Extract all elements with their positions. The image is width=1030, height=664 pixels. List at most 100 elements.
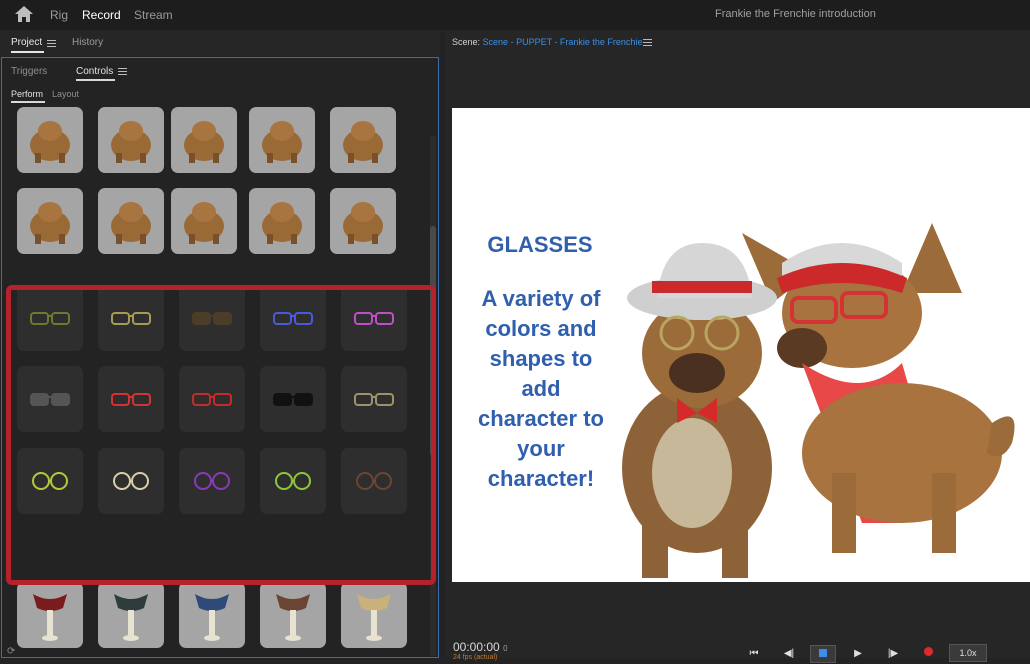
canvas-heading: GLASSES — [487, 232, 593, 257]
puppet-dogs-illustration — [622, 223, 1015, 578]
dog-pose-icon — [262, 202, 302, 244]
dog-pose-tile[interactable] — [330, 188, 396, 254]
nav-rig[interactable]: Rig — [50, 8, 68, 22]
refresh-icon[interactable]: ⟳ — [7, 646, 15, 657]
dog-pose-icon — [184, 202, 224, 244]
dog-pose-icon — [30, 121, 70, 163]
dog-pose-icon — [343, 202, 383, 244]
go-to-start-button[interactable]: ⏮ — [741, 645, 767, 663]
glasses-tile[interactable] — [98, 366, 164, 432]
dog-pose-icon — [30, 202, 70, 244]
glasses-icon — [194, 472, 230, 490]
scarf-tile[interactable] — [17, 582, 83, 648]
record-icon — [923, 647, 933, 656]
glasses-tile[interactable] — [260, 285, 326, 351]
record-button[interactable] — [915, 645, 941, 663]
controls-menu-icon[interactable] — [118, 68, 127, 75]
dog-pose-icon — [184, 121, 224, 163]
timecode-value: 00:00:00 — [453, 640, 500, 654]
canvas-line: colors and — [485, 316, 597, 341]
glasses-icon — [30, 393, 70, 406]
glasses-icon — [354, 312, 394, 325]
scene-menu-icon[interactable] — [643, 39, 652, 46]
timecode-frames: 0 — [503, 644, 508, 653]
canvas-line: add — [521, 376, 561, 401]
glasses-tile[interactable] — [260, 366, 326, 432]
glasses-tile[interactable] — [17, 285, 83, 351]
controls-scrollbar[interactable] — [430, 136, 436, 656]
glasses-icon — [113, 472, 149, 490]
glasses-icon — [354, 393, 394, 406]
step-forward-button[interactable]: |▶ — [880, 645, 906, 663]
tab-triggers[interactable]: Triggers — [11, 66, 47, 77]
dog-pose-tile[interactable] — [17, 188, 83, 254]
project-menu-icon[interactable] — [47, 40, 56, 47]
glasses-icon — [192, 393, 232, 406]
scarf-icon — [276, 594, 310, 641]
nav-stream[interactable]: Stream — [134, 8, 173, 22]
glasses-tile[interactable] — [98, 285, 164, 351]
dog-pose-icon — [343, 121, 383, 163]
scrollbar-thumb[interactable] — [430, 226, 436, 456]
glasses-tile[interactable] — [341, 285, 407, 351]
glasses-icon — [30, 312, 70, 325]
nav-record[interactable]: Record — [82, 8, 121, 22]
scarf-tile[interactable] — [179, 582, 245, 648]
glasses-tile[interactable] — [179, 366, 245, 432]
scene-prefix: Scene: — [452, 37, 481, 47]
scarf-icon — [33, 594, 67, 641]
scene-name[interactable]: Scene - PUPPET - Frankie the Frenchie — [483, 37, 643, 47]
tab-perform[interactable]: Perform — [11, 89, 46, 103]
glasses-tile[interactable] — [98, 448, 164, 514]
glasses-icon — [111, 393, 151, 406]
left-panel: Project History Triggers Controls Perfor… — [0, 30, 440, 658]
canvas-line: shapes to — [489, 346, 593, 371]
play-button[interactable]: ▶ — [845, 645, 871, 663]
canvas-text: A variety of colors and shapes to add ch… — [458, 284, 624, 494]
dog-pose-tile[interactable] — [249, 188, 315, 254]
panel-tabs: Project History — [0, 30, 440, 56]
home-icon[interactable] — [14, 5, 34, 23]
canvas-line: your — [517, 436, 565, 461]
dog-pose-tile[interactable] — [17, 107, 83, 173]
project-title: Frankie the Frenchie introduction — [715, 8, 876, 20]
step-back-button[interactable]: ◀| — [776, 645, 802, 663]
canvas-line: A variety of — [481, 286, 601, 311]
glasses-tile[interactable] — [179, 285, 245, 351]
dog-pose-icon — [111, 121, 151, 163]
scarf-icon — [357, 594, 391, 641]
dog-pose-tile[interactable] — [249, 107, 315, 173]
glasses-tile[interactable] — [260, 448, 326, 514]
tab-history[interactable]: History — [72, 37, 103, 48]
tab-controls[interactable]: Controls — [76, 66, 116, 81]
glasses-tile[interactable] — [179, 448, 245, 514]
scene-canvas[interactable]: GLASSES A variety of colors and shapes t… — [452, 108, 1030, 582]
dog-pose-tile[interactable] — [171, 188, 237, 254]
scene-label: Scene: Scene - PUPPET - Frankie the Fren… — [452, 37, 642, 47]
glasses-icon — [356, 472, 392, 490]
canvas-line: character to — [478, 406, 604, 431]
dog-pose-tile[interactable] — [98, 188, 164, 254]
dog-pose-tile[interactable] — [171, 107, 237, 173]
glasses-icon — [273, 312, 313, 325]
dog-pose-tile[interactable] — [98, 107, 164, 173]
glasses-icon — [192, 312, 232, 325]
glasses-tile[interactable] — [341, 366, 407, 432]
scarf-icon — [114, 594, 148, 641]
glasses-icon — [275, 472, 311, 490]
stop-button[interactable] — [810, 645, 836, 663]
glasses-tile[interactable] — [17, 448, 83, 514]
tab-project[interactable]: Project — [11, 37, 45, 53]
dog-pose-tile[interactable] — [330, 107, 396, 173]
playback-speed[interactable]: 1.0x — [949, 644, 987, 662]
dog-left — [622, 243, 777, 578]
glasses-tile[interactable] — [341, 448, 407, 514]
scarf-tile[interactable] — [341, 582, 407, 648]
stop-icon — [819, 649, 827, 657]
scarf-tile[interactable] — [260, 582, 326, 648]
scarf-tile[interactable] — [98, 582, 164, 648]
glasses-tile[interactable] — [17, 366, 83, 432]
tab-layout[interactable]: Layout — [52, 89, 79, 99]
glasses-icon — [32, 472, 68, 490]
canvas-line: character! — [487, 466, 595, 491]
